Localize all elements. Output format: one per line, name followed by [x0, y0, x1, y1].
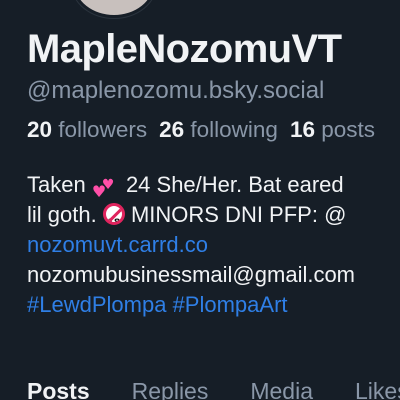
profile-tabs: Posts Replies Media Likes — [27, 378, 400, 400]
bio-email: nozomubusinessmail@gmail.com — [27, 262, 356, 287]
avatar[interactable] — [72, 0, 156, 18]
tab-posts[interactable]: Posts — [27, 378, 90, 400]
followers-label: followers — [58, 117, 148, 142]
bio-text: 24 She/Her. Bat eared — [119, 172, 344, 197]
posts-count: 16 — [289, 117, 315, 142]
profile-stats: 20 followers 26 following 16 posts — [27, 117, 375, 143]
tab-media[interactable]: Media — [250, 378, 313, 400]
following-label: following — [190, 117, 278, 142]
hashtag-link[interactable]: #LewdPlompa — [27, 292, 166, 317]
followers-count: 20 — [27, 117, 53, 142]
bio-text: Taken — [27, 172, 92, 197]
following-count: 26 — [159, 117, 185, 142]
bio: Taken ♥ ♥ 24 She/Her. Bat eared lil goth.… — [27, 170, 355, 320]
handle: @maplenozomu.bsky.social — [27, 77, 325, 104]
posts-label: posts — [321, 117, 376, 142]
following-stat[interactable]: 26 following — [159, 117, 278, 142]
bio-line-1: Taken ♥ ♥ 24 She/Her. Bat eared — [27, 170, 355, 201]
display-name: MapleNozomuVT — [27, 27, 342, 71]
followers-stat[interactable]: 20 followers — [27, 117, 147, 142]
tab-replies[interactable]: Replies — [132, 378, 209, 400]
two-hearts-icon: ♥ ♥ — [91, 177, 115, 201]
tab-likes[interactable]: Likes — [355, 378, 400, 400]
bio-hashtags: #LewdPlompa #PlompaArt — [27, 290, 355, 320]
bio-text: MINORS DNI PFP: @ — [124, 202, 347, 227]
posts-stat: 16 posts — [290, 117, 375, 142]
no-one-under-eighteen-icon: 18 — [102, 203, 125, 225]
bio-link[interactable]: nozomuvt.carrd.co — [27, 230, 355, 260]
bio-line-2: lil goth. 18 MINORS DNI PFP: @ — [27, 200, 355, 230]
hashtag-link[interactable]: #PlompaArt — [173, 292, 288, 317]
